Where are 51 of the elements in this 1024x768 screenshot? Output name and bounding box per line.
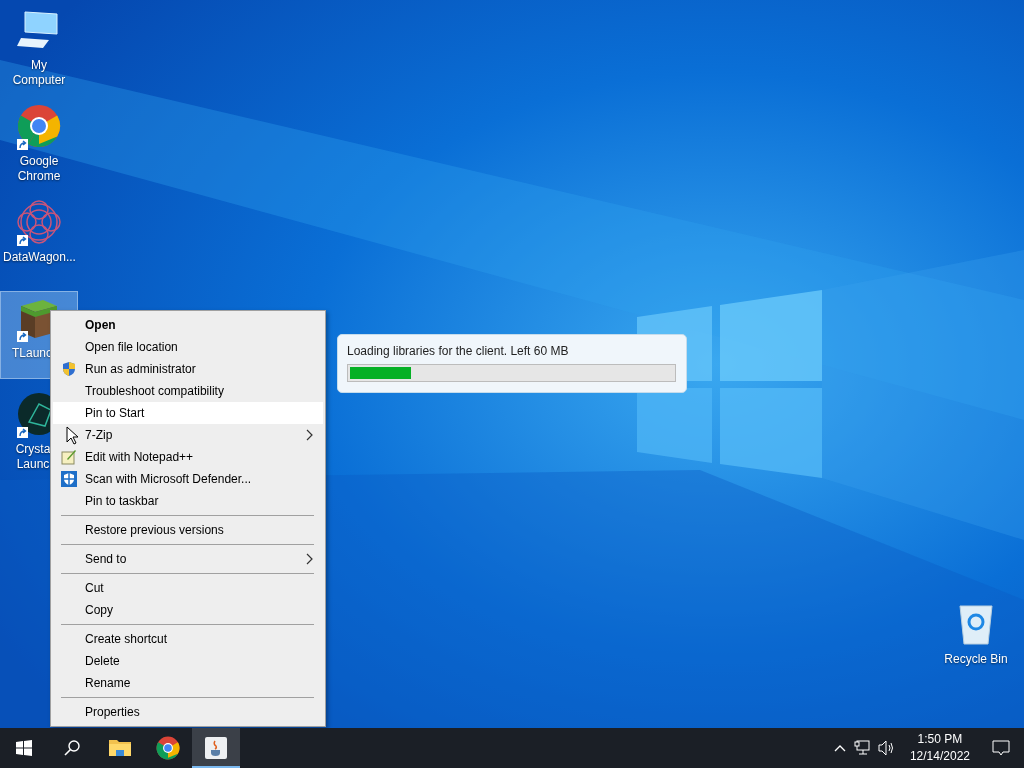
progress-message: Loading libraries for the client. Left 60 MB bbox=[347, 344, 570, 358]
recycle-bin-icon bbox=[956, 602, 996, 646]
menu-item[interactable]: Properties bbox=[53, 701, 323, 723]
menu-item[interactable]: 7-Zip bbox=[53, 424, 323, 446]
desktop-shortcut[interactable]: Google Chrome bbox=[1, 100, 77, 186]
volume-icon[interactable] bbox=[877, 740, 896, 756]
clock-time: 1:50 PM bbox=[917, 731, 963, 748]
shortcut-label: DataWagon... bbox=[3, 250, 75, 265]
desktop-shortcut[interactable]: My Computer bbox=[1, 4, 77, 90]
menu-item[interactable]: Copy bbox=[53, 599, 323, 621]
chrome-icon bbox=[156, 736, 180, 760]
shortcut-label: TLaunc bbox=[11, 346, 53, 361]
clock[interactable]: 1:50 PM 12/14/2022 bbox=[909, 731, 970, 765]
chevron-right-icon bbox=[306, 553, 313, 565]
menu-item[interactable]: Pin to taskbar bbox=[53, 490, 323, 512]
shortcut-arrow-icon bbox=[17, 139, 28, 150]
menu-item[interactable]: Scan with Microsoft Defender... bbox=[53, 468, 323, 490]
shortcut-arrow-icon bbox=[17, 331, 28, 342]
shortcut-arrow-icon bbox=[17, 235, 28, 246]
shortcut-label: My Computer bbox=[11, 58, 67, 88]
taskbar-app[interactable] bbox=[192, 728, 240, 768]
menu-item[interactable]: Cut bbox=[53, 577, 323, 599]
network-icon[interactable] bbox=[853, 740, 870, 756]
recycle-bin[interactable]: Recycle Bin bbox=[940, 602, 1012, 667]
menu-item[interactable]: Edit with Notepad++ bbox=[53, 446, 323, 468]
clock-date: 12/14/2022 bbox=[909, 748, 970, 765]
flower-pattern-icon bbox=[17, 200, 61, 244]
windows-logo-icon bbox=[16, 740, 32, 756]
folder-icon bbox=[109, 738, 131, 758]
chrome-icon bbox=[17, 104, 61, 148]
desktop-shortcut[interactable]: DataWagon... bbox=[1, 196, 77, 282]
mouse-pointer-icon bbox=[66, 426, 79, 445]
search-icon bbox=[64, 740, 80, 756]
menu-item[interactable]: Restore previous versions bbox=[53, 519, 323, 541]
chevron-right-icon bbox=[306, 429, 313, 441]
chevron-up-icon[interactable] bbox=[833, 744, 846, 752]
menu-item[interactable]: Troubleshoot compatibility bbox=[53, 380, 323, 402]
shortcut-label: Crysta Launc bbox=[14, 442, 52, 472]
shield-icon bbox=[61, 361, 77, 377]
notification-icon[interactable] bbox=[992, 740, 1010, 756]
shortcut-arrow-icon bbox=[17, 427, 28, 438]
menu-item[interactable]: Pin to Start bbox=[53, 402, 323, 424]
menu-item[interactable]: Create shortcut bbox=[53, 628, 323, 650]
notepad-icon bbox=[61, 449, 77, 465]
shortcut-label: Google Chrome bbox=[16, 154, 62, 184]
menu-item[interactable]: Delete bbox=[53, 650, 323, 672]
menu-item[interactable]: Send to bbox=[53, 548, 323, 570]
recycle-bin-label: Recycle Bin bbox=[943, 652, 1009, 667]
defender-shield-icon bbox=[61, 471, 77, 487]
coffee-cup-icon bbox=[205, 737, 227, 759]
menu-item[interactable]: Rename bbox=[53, 672, 323, 694]
